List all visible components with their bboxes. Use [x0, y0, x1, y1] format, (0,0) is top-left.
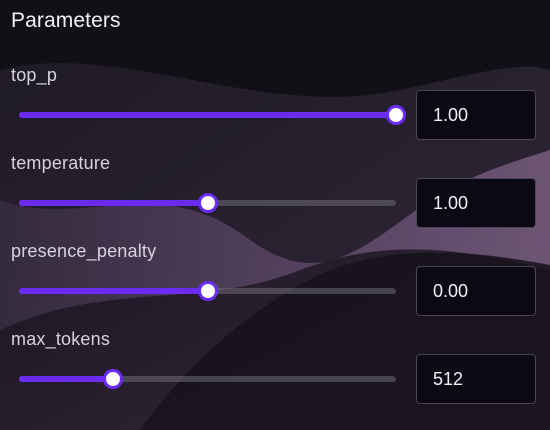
- presence-penalty-input[interactable]: [416, 266, 536, 316]
- slider-thumb[interactable]: [197, 193, 218, 213]
- param-temperature: temperature: [0, 153, 550, 241]
- slider-thumb[interactable]: [197, 281, 218, 301]
- param-top-p: top_p: [0, 65, 550, 153]
- slider-thumb[interactable]: [103, 369, 124, 389]
- max-tokens-slider[interactable]: [19, 369, 396, 389]
- max-tokens-input[interactable]: [416, 354, 536, 404]
- temperature-input[interactable]: [416, 178, 536, 228]
- param-label-presence-penalty: presence_penalty: [11, 241, 157, 261]
- param-presence-penalty: presence_penalty: [0, 241, 550, 329]
- param-label-temperature: temperature: [11, 153, 111, 173]
- temperature-slider[interactable]: [19, 193, 396, 213]
- parameters-panel: Parameters top_p temperature presence_pe…: [0, 0, 550, 430]
- slider-thumb[interactable]: [386, 105, 406, 125]
- panel-title: Parameters: [11, 9, 121, 32]
- slider-fill: [19, 288, 208, 294]
- slider-fill: [19, 200, 208, 206]
- presence-penalty-slider[interactable]: [19, 281, 396, 301]
- slider-fill: [19, 112, 396, 118]
- top-p-slider[interactable]: [19, 105, 406, 125]
- param-label-max-tokens: max_tokens: [11, 329, 111, 349]
- param-max-tokens: max_tokens: [0, 329, 550, 417]
- top-p-input[interactable]: [416, 90, 536, 140]
- param-label-top-p: top_p: [11, 65, 58, 85]
- slider-fill: [19, 376, 114, 382]
